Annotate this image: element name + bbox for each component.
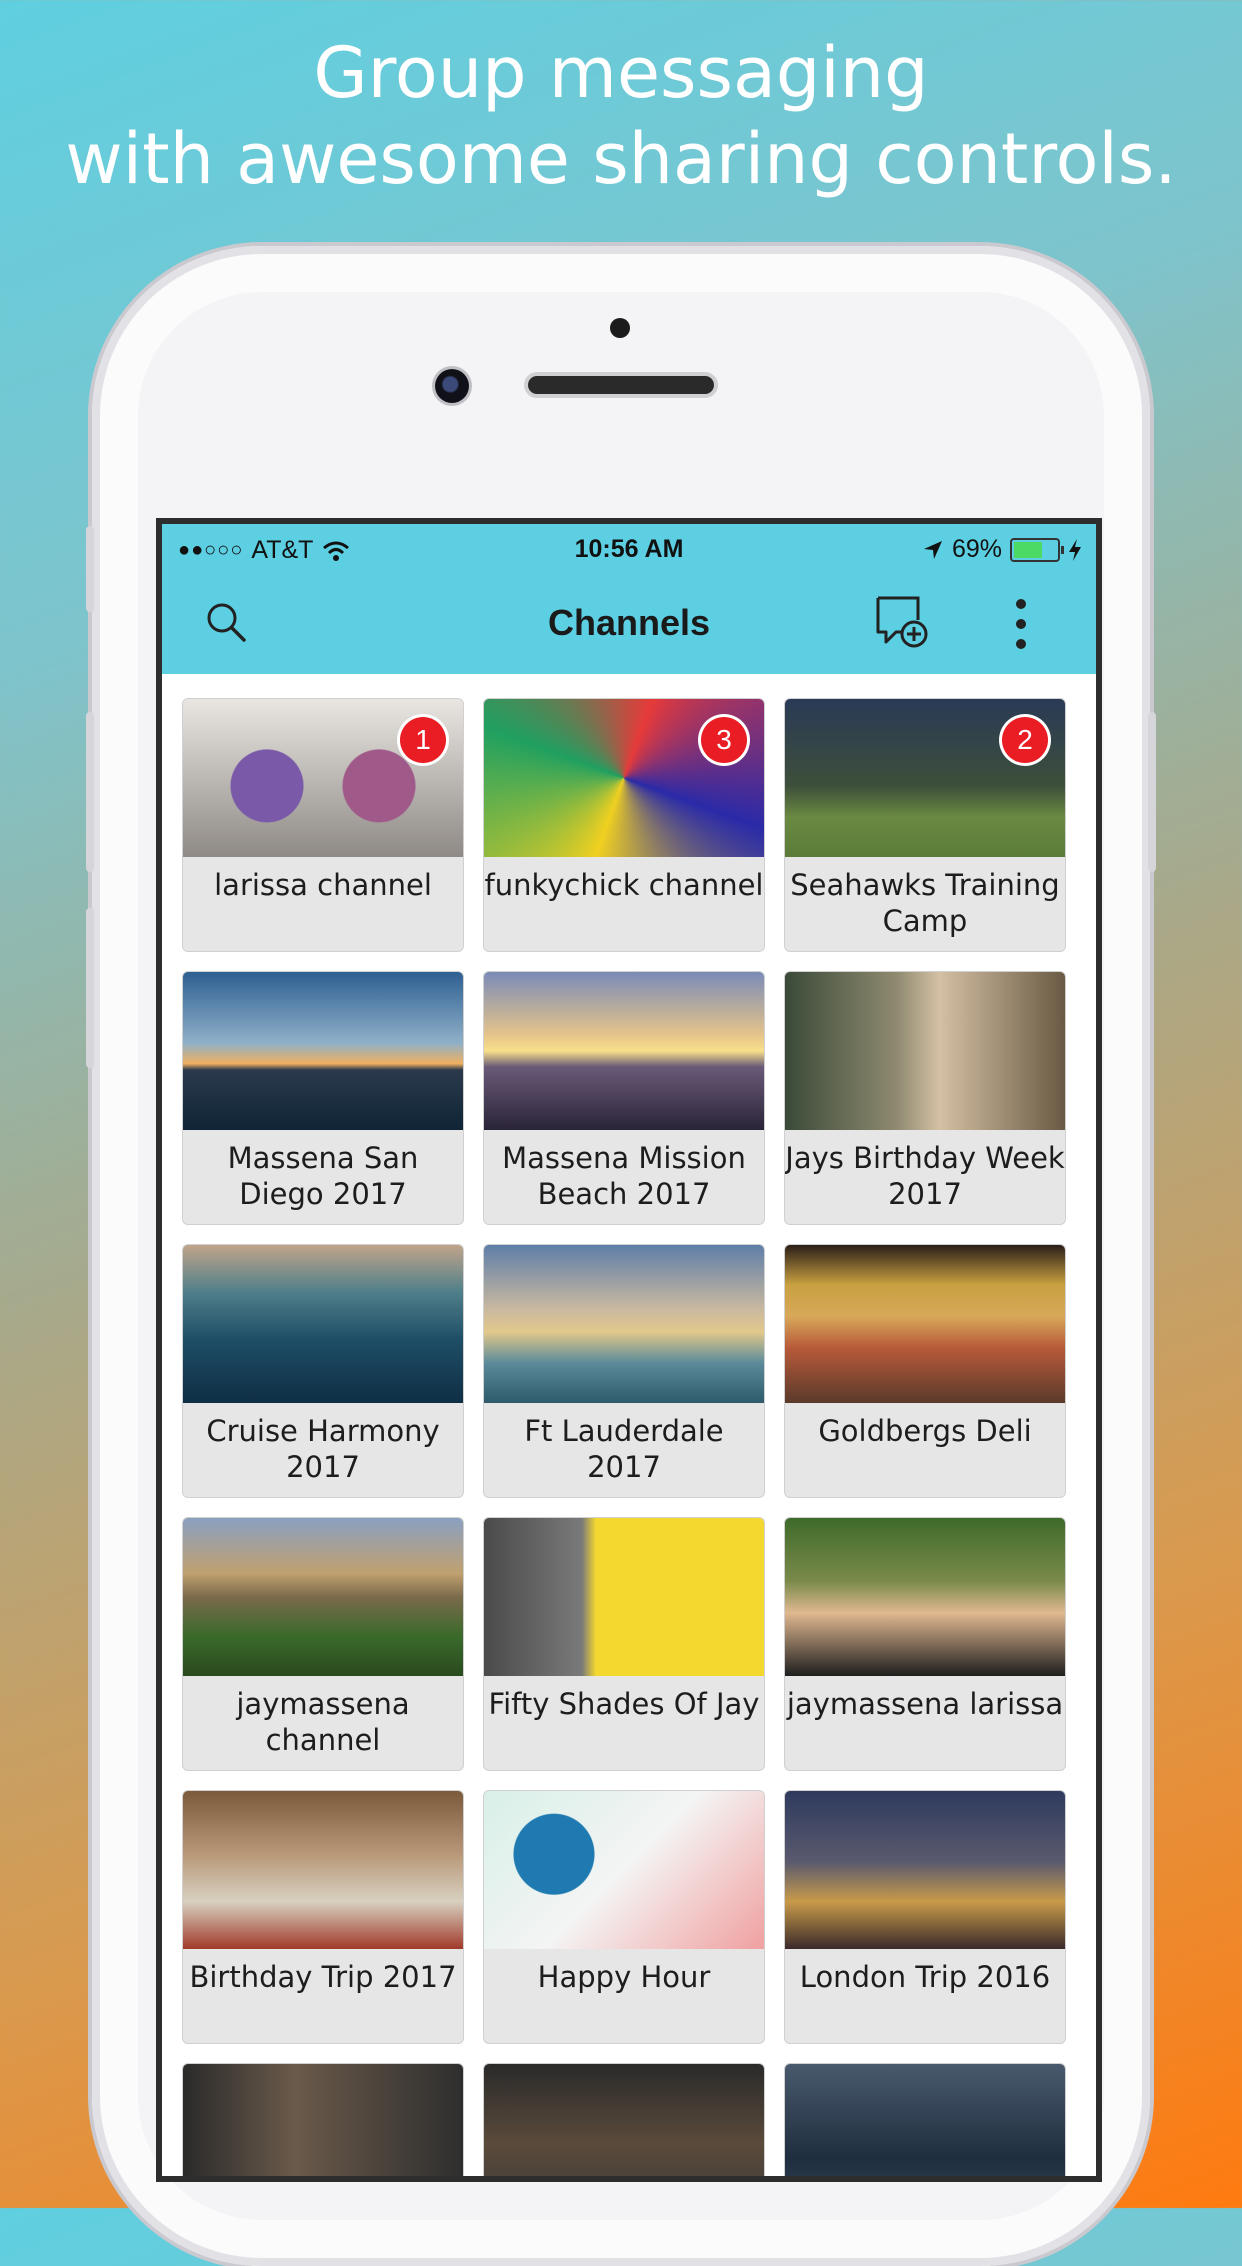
channel-name: Massena San Diego 2017: [227, 1141, 419, 1211]
channel-thumbnail: [183, 1791, 463, 1949]
front-sensor: [610, 318, 630, 338]
phone-power-button: [1148, 712, 1156, 872]
page-title: Channels: [547, 602, 711, 643]
channel-tile[interactable]: jaymassena larissa: [784, 1517, 1066, 1771]
channel-tile[interactable]: Fifty Shades Of Jay: [483, 1517, 765, 1771]
channel-name: larissa channel: [214, 868, 432, 902]
channel-name: Jays Birthday Week 2017: [785, 1141, 1065, 1211]
channel-tile[interactable]: Ft Lauderdale 2017: [483, 1244, 765, 1498]
channel-grid: 1 larissa channel 3 funkychick channel 2 Seah…: [182, 698, 1082, 2176]
channel-name: Ft Lauderdale 2017: [524, 1414, 724, 1484]
channel-name: jaymassena channel: [236, 1687, 410, 1757]
charging-bolt-icon: [1069, 538, 1081, 561]
channel-name: Fifty Shades Of Jay: [488, 1687, 760, 1721]
channel-tile[interactable]: [182, 2063, 464, 2176]
channel-thumbnail: [484, 1791, 764, 1949]
channel-thumbnail: [785, 1518, 1065, 1676]
channel-thumbnail: [785, 972, 1065, 1130]
channel-name: Goldbergs Deli: [818, 1414, 1032, 1448]
channel-name: Massena Mission Beach 2017: [502, 1141, 746, 1211]
channel-tile[interactable]: Jays Birthday Week 2017: [784, 971, 1066, 1225]
channel-tile[interactable]: 2 Seahawks Training Camp: [784, 698, 1066, 952]
channel-name: Happy Hour: [537, 1960, 711, 1994]
channel-name: Seahawks Training Camp: [790, 868, 1060, 938]
channel-tile[interactable]: Massena Mission Beach 2017: [483, 971, 765, 1225]
channel-thumbnail: [183, 2064, 463, 2176]
more-vertical-icon[interactable]: [1006, 596, 1036, 652]
channel-name: Cruise Harmony 2017: [206, 1414, 440, 1484]
channel-thumbnail: [484, 2064, 764, 2176]
phone-mute-switch: [86, 526, 94, 612]
channel-thumbnail: [484, 1518, 764, 1676]
channel-tile[interactable]: 1 larissa channel: [182, 698, 464, 952]
channel-thumbnail: [484, 972, 764, 1130]
marketing-headline: Group messaging with awesome sharing con…: [0, 30, 1242, 202]
headline-line-1: Group messaging: [313, 32, 929, 114]
nav-bar: Channels: [162, 574, 1096, 674]
battery-icon: [1010, 537, 1064, 562]
channel-name: London Trip 2016: [799, 1960, 1051, 1994]
headline-line-2: with awesome sharing controls.: [65, 118, 1177, 200]
phone-screen: ●●○○○ AT&T 10:56 AM 69% Channels 1 laris…: [156, 518, 1102, 2182]
battery-percent: 69%: [951, 535, 1002, 563]
unread-count-badge: 3: [701, 717, 747, 763]
channel-tile[interactable]: [483, 2063, 765, 2176]
channel-tile[interactable]: [784, 2063, 1066, 2176]
phone-volume-up: [86, 712, 94, 872]
channel-name: Birthday Trip 2017: [189, 1960, 457, 1994]
unread-count-badge: 1: [400, 717, 446, 763]
channel-name: jaymassena larissa: [786, 1687, 1064, 1721]
phone-volume-down: [86, 908, 94, 1068]
channel-thumbnail: [785, 1791, 1065, 1949]
front-camera: [435, 369, 469, 403]
channel-tile[interactable]: Goldbergs Deli: [784, 1244, 1066, 1498]
status-bar: ●●○○○ AT&T 10:56 AM 69%: [162, 524, 1096, 574]
channel-thumbnail: [183, 1245, 463, 1403]
channel-name: funkychick channel: [484, 868, 764, 902]
channel-tile[interactable]: jaymassena channel: [182, 1517, 464, 1771]
unread-count-badge: 2: [1002, 717, 1048, 763]
channel-thumbnail: [484, 1245, 764, 1403]
channel-tile[interactable]: Cruise Harmony 2017: [182, 1244, 464, 1498]
status-right: 69%: [922, 535, 1082, 564]
channel-thumbnail: [785, 2064, 1065, 2176]
new-chat-icon[interactable]: [872, 592, 932, 652]
location-arrow-icon: [923, 540, 942, 559]
earpiece-speaker: [528, 376, 714, 394]
channel-thumbnail: [183, 1518, 463, 1676]
channel-thumbnail: [785, 1245, 1065, 1403]
channel-tile[interactable]: London Trip 2016: [784, 1790, 1066, 2044]
channel-tile[interactable]: Birthday Trip 2017: [182, 1790, 464, 2044]
channel-thumbnail: [183, 972, 463, 1130]
channel-tile[interactable]: Massena San Diego 2017: [182, 971, 464, 1225]
channel-tile[interactable]: 3 funkychick channel: [483, 698, 765, 952]
channel-tile[interactable]: Happy Hour: [483, 1790, 765, 2044]
